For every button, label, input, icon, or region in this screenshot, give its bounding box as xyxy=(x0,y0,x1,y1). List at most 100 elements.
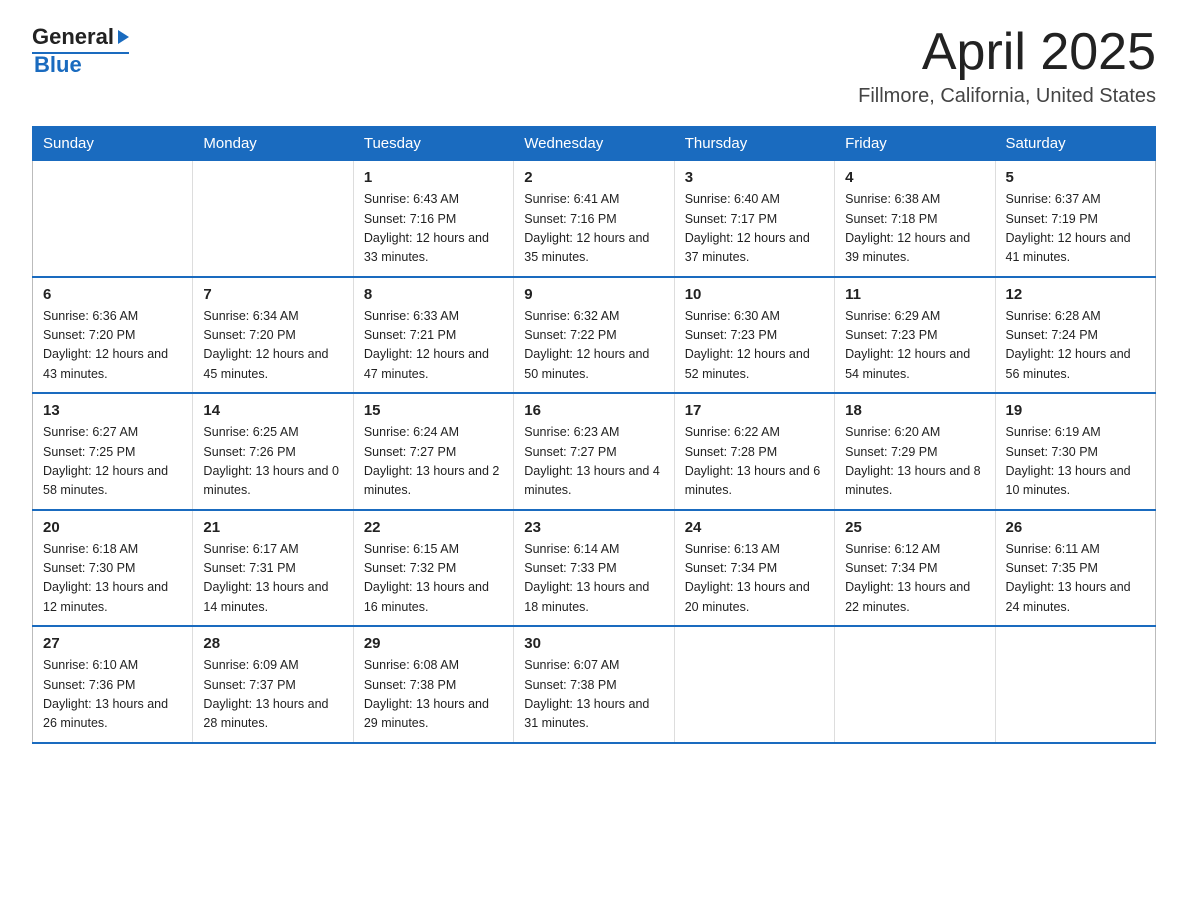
header-row: SundayMondayTuesdayWednesdayThursdayFrid… xyxy=(33,127,1156,161)
week-row-4: 20 Sunrise: 6:18 AMSunset: 7:30 PMDayligh… xyxy=(33,510,1156,627)
day-number: 10 xyxy=(685,286,824,303)
day-info: Sunrise: 6:13 AMSunset: 7:34 PMDaylight:… xyxy=(685,540,824,618)
day-number: 26 xyxy=(1006,519,1145,536)
day-info: Sunrise: 6:10 AMSunset: 7:36 PMDaylight:… xyxy=(43,656,182,734)
calendar-cell: 18Sunrise: 6:20 AMSunset: 7:29 PMDayligh… xyxy=(835,393,995,510)
day-number: 9 xyxy=(524,286,663,303)
calendar-cell: 24 Sunrise: 6:13 AMSunset: 7:34 PMDayligh… xyxy=(674,510,834,627)
calendar-cell: 14 Sunrise: 6:25 AMSunset: 7:26 PMDayligh… xyxy=(193,393,353,510)
logo-triangle-icon xyxy=(118,30,129,44)
day-number: 21 xyxy=(203,519,342,536)
header-day-tuesday: Tuesday xyxy=(353,127,513,161)
day-info: Sunrise: 6:17 AMSunset: 7:31 PMDaylight:… xyxy=(203,540,342,618)
calendar-cell xyxy=(995,626,1155,743)
day-info: Sunrise: 6:12 AMSunset: 7:34 PMDaylight:… xyxy=(845,540,984,618)
day-info: Sunrise: 6:40 AMSunset: 7:17 PMDaylight:… xyxy=(685,190,824,268)
day-number: 2 xyxy=(524,169,663,186)
calendar-cell: 19 Sunrise: 6:19 AMSunset: 7:30 PMDayligh… xyxy=(995,393,1155,510)
calendar-cell: 13Sunrise: 6:27 AMSunset: 7:25 PMDayligh… xyxy=(33,393,193,510)
day-number: 20 xyxy=(43,519,182,536)
calendar-cell: 11Sunrise: 6:29 AMSunset: 7:23 PMDayligh… xyxy=(835,277,995,394)
week-row-3: 13Sunrise: 6:27 AMSunset: 7:25 PMDayligh… xyxy=(33,393,1156,510)
day-info: Sunrise: 6:32 AMSunset: 7:22 PMDaylight:… xyxy=(524,307,663,385)
day-number: 23 xyxy=(524,519,663,536)
calendar-cell: 2 Sunrise: 6:41 AMSunset: 7:16 PMDaylight… xyxy=(514,161,674,277)
calendar-cell: 27 Sunrise: 6:10 AMSunset: 7:36 PMDayligh… xyxy=(33,626,193,743)
day-info: Sunrise: 6:43 AMSunset: 7:16 PMDaylight:… xyxy=(364,190,503,268)
week-row-1: 1 Sunrise: 6:43 AMSunset: 7:16 PMDaylight… xyxy=(33,161,1156,277)
day-info: Sunrise: 6:09 AMSunset: 7:37 PMDaylight:… xyxy=(203,656,342,734)
day-info: Sunrise: 6:36 AMSunset: 7:20 PMDaylight:… xyxy=(43,307,182,385)
day-info: Sunrise: 6:18 AMSunset: 7:30 PMDaylight:… xyxy=(43,540,182,618)
day-number: 19 xyxy=(1006,402,1145,419)
calendar-cell: 23 Sunrise: 6:14 AMSunset: 7:33 PMDayligh… xyxy=(514,510,674,627)
day-number: 27 xyxy=(43,635,182,652)
day-info: Sunrise: 6:28 AMSunset: 7:24 PMDaylight:… xyxy=(1006,307,1145,385)
day-number: 29 xyxy=(364,635,503,652)
header-day-friday: Friday xyxy=(835,127,995,161)
logo-blue-text: Blue xyxy=(34,52,82,78)
calendar-cell: 22 Sunrise: 6:15 AMSunset: 7:32 PMDayligh… xyxy=(353,510,513,627)
calendar-table: SundayMondayTuesdayWednesdayThursdayFrid… xyxy=(32,126,1156,744)
day-number: 12 xyxy=(1006,286,1145,303)
title-block: April 2025 Fillmore, California, United … xyxy=(858,24,1156,108)
day-info: Sunrise: 6:22 AMSunset: 7:28 PMDaylight:… xyxy=(685,423,824,501)
day-info: Sunrise: 6:33 AMSunset: 7:21 PMDaylight:… xyxy=(364,307,503,385)
day-info: Sunrise: 6:08 AMSunset: 7:38 PMDaylight:… xyxy=(364,656,503,734)
calendar-cell: 5Sunrise: 6:37 AMSunset: 7:19 PMDaylight… xyxy=(995,161,1155,277)
day-info: Sunrise: 6:24 AMSunset: 7:27 PMDaylight:… xyxy=(364,423,503,501)
calendar-cell: 4 Sunrise: 6:38 AMSunset: 7:18 PMDaylight… xyxy=(835,161,995,277)
calendar-cell xyxy=(33,161,193,277)
day-info: Sunrise: 6:38 AMSunset: 7:18 PMDaylight:… xyxy=(845,190,984,268)
calendar-cell: 10 Sunrise: 6:30 AMSunset: 7:23 PMDayligh… xyxy=(674,277,834,394)
calendar-cell: 21 Sunrise: 6:17 AMSunset: 7:31 PMDayligh… xyxy=(193,510,353,627)
header-day-sunday: Sunday xyxy=(33,127,193,161)
location-title: Fillmore, California, United States xyxy=(858,85,1156,108)
header-day-monday: Monday xyxy=(193,127,353,161)
day-info: Sunrise: 6:19 AMSunset: 7:30 PMDaylight:… xyxy=(1006,423,1145,501)
day-number: 28 xyxy=(203,635,342,652)
day-number: 30 xyxy=(524,635,663,652)
header-day-wednesday: Wednesday xyxy=(514,127,674,161)
day-number: 25 xyxy=(845,519,984,536)
day-info: Sunrise: 6:30 AMSunset: 7:23 PMDaylight:… xyxy=(685,307,824,385)
day-number: 3 xyxy=(685,169,824,186)
logo: General Blue xyxy=(32,24,129,78)
day-info: Sunrise: 6:27 AMSunset: 7:25 PMDaylight:… xyxy=(43,423,182,501)
calendar-cell: 6 Sunrise: 6:36 AMSunset: 7:20 PMDaylight… xyxy=(33,277,193,394)
day-info: Sunrise: 6:41 AMSunset: 7:16 PMDaylight:… xyxy=(524,190,663,268)
day-info: Sunrise: 6:34 AMSunset: 7:20 PMDaylight:… xyxy=(203,307,342,385)
calendar-cell xyxy=(674,626,834,743)
day-info: Sunrise: 6:07 AMSunset: 7:38 PMDaylight:… xyxy=(524,656,663,734)
calendar-cell xyxy=(193,161,353,277)
calendar-cell: 29 Sunrise: 6:08 AMSunset: 7:38 PMDayligh… xyxy=(353,626,513,743)
day-number: 15 xyxy=(364,402,503,419)
calendar-header: SundayMondayTuesdayWednesdayThursdayFrid… xyxy=(33,127,1156,161)
calendar-cell: 20 Sunrise: 6:18 AMSunset: 7:30 PMDayligh… xyxy=(33,510,193,627)
day-info: Sunrise: 6:25 AMSunset: 7:26 PMDaylight:… xyxy=(203,423,342,501)
day-info: Sunrise: 6:15 AMSunset: 7:32 PMDaylight:… xyxy=(364,540,503,618)
header-day-thursday: Thursday xyxy=(674,127,834,161)
day-number: 6 xyxy=(43,286,182,303)
calendar-cell: 7Sunrise: 6:34 AMSunset: 7:20 PMDaylight… xyxy=(193,277,353,394)
calendar-cell: 30 Sunrise: 6:07 AMSunset: 7:38 PMDayligh… xyxy=(514,626,674,743)
header-day-saturday: Saturday xyxy=(995,127,1155,161)
calendar-cell: 25 Sunrise: 6:12 AMSunset: 7:34 PMDayligh… xyxy=(835,510,995,627)
day-number: 4 xyxy=(845,169,984,186)
day-info: Sunrise: 6:11 AMSunset: 7:35 PMDaylight:… xyxy=(1006,540,1145,618)
day-number: 1 xyxy=(364,169,503,186)
calendar-cell: 28 Sunrise: 6:09 AMSunset: 7:37 PMDayligh… xyxy=(193,626,353,743)
day-number: 22 xyxy=(364,519,503,536)
day-info: Sunrise: 6:23 AMSunset: 7:27 PMDaylight:… xyxy=(524,423,663,501)
day-info: Sunrise: 6:14 AMSunset: 7:33 PMDaylight:… xyxy=(524,540,663,618)
calendar-cell: 26 Sunrise: 6:11 AMSunset: 7:35 PMDayligh… xyxy=(995,510,1155,627)
calendar-cell xyxy=(835,626,995,743)
day-number: 11 xyxy=(845,286,984,303)
calendar-body: 1 Sunrise: 6:43 AMSunset: 7:16 PMDaylight… xyxy=(33,161,1156,743)
calendar-cell: 3 Sunrise: 6:40 AMSunset: 7:17 PMDaylight… xyxy=(674,161,834,277)
day-number: 16 xyxy=(524,402,663,419)
calendar-cell: 8Sunrise: 6:33 AMSunset: 7:21 PMDaylight… xyxy=(353,277,513,394)
day-number: 14 xyxy=(203,402,342,419)
day-number: 24 xyxy=(685,519,824,536)
day-info: Sunrise: 6:20 AMSunset: 7:29 PMDaylight:… xyxy=(845,423,984,501)
